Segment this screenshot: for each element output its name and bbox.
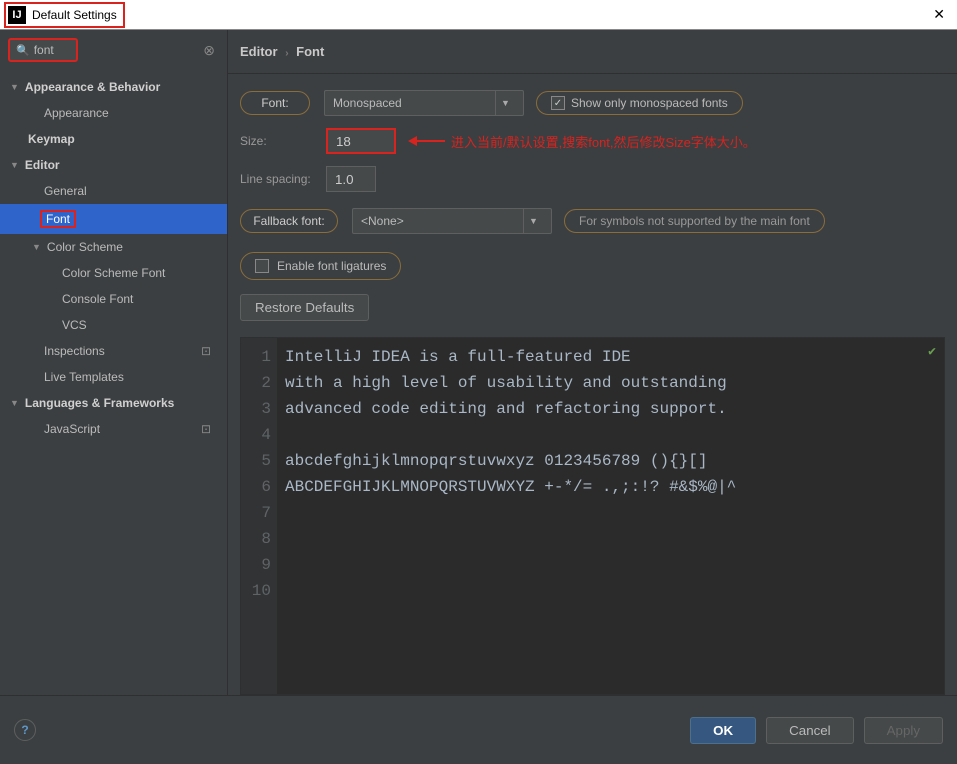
tree-group-color-scheme[interactable]: ▼ Color Scheme bbox=[0, 234, 227, 260]
gear-icon: ⊡ bbox=[201, 422, 217, 436]
fallback-font-dropdown[interactable]: <None> ▼ bbox=[352, 208, 552, 234]
fallback-font-label: Fallback font: bbox=[240, 209, 338, 233]
chevron-down-icon: ▼ bbox=[10, 160, 19, 170]
restore-defaults-button[interactable]: Restore Defaults bbox=[240, 294, 369, 321]
tree-item-javascript[interactable]: JavaScript ⊡ bbox=[0, 416, 227, 442]
size-input[interactable] bbox=[326, 128, 396, 154]
cancel-button[interactable]: Cancel bbox=[766, 717, 854, 744]
chevron-right-icon: › bbox=[285, 48, 288, 59]
annotation-text: 进入当前/默认设置,搜索font,然后修改Size字体大小。 bbox=[451, 132, 756, 151]
close-icon[interactable]: ✕ bbox=[925, 6, 953, 23]
preview-code: IntelliJ IDEA is a full-featured IDEwith… bbox=[277, 338, 744, 694]
tree-group-editor[interactable]: ▼ Editor bbox=[0, 152, 227, 178]
search-icon: 🔍 bbox=[16, 44, 30, 57]
checkbox-unchecked-icon bbox=[255, 259, 269, 273]
tree-item-vcs[interactable]: VCS bbox=[0, 312, 227, 338]
chevron-down-icon: ▼ bbox=[10, 398, 19, 408]
tree-group-appearance[interactable]: ▼ Appearance & Behavior bbox=[0, 74, 227, 100]
chevron-down-icon: ▼ bbox=[495, 91, 515, 115]
check-icon: ✔ bbox=[928, 344, 936, 359]
tree-item-font[interactable]: Font bbox=[0, 204, 227, 234]
app-icon: IJ bbox=[8, 6, 26, 24]
search-box[interactable]: 🔍 bbox=[8, 38, 78, 62]
titlebar: IJ Default Settings ✕ bbox=[0, 0, 957, 30]
tree-item-console-font[interactable]: Console Font bbox=[0, 286, 227, 312]
fallback-hint: For symbols not supported by the main fo… bbox=[564, 209, 825, 233]
tree-item-appearance[interactable]: Appearance bbox=[0, 100, 227, 126]
font-dropdown[interactable]: Monospaced ▼ bbox=[324, 90, 524, 116]
tree-item-inspections[interactable]: Inspections ⊡ bbox=[0, 338, 227, 364]
settings-tree: ▼ Appearance & Behavior Appearance Keyma… bbox=[0, 70, 227, 442]
size-label: Size: bbox=[240, 134, 326, 148]
line-spacing-label: Line spacing: bbox=[240, 172, 326, 186]
content-panel: Editor › Font Font: Monospaced ▼ ✓ Show … bbox=[228, 30, 957, 695]
tree-item-keymap[interactable]: Keymap bbox=[0, 126, 227, 152]
help-icon[interactable]: ? bbox=[14, 719, 36, 741]
tree-item-color-scheme-font[interactable]: Color Scheme Font bbox=[0, 260, 227, 286]
window-title: Default Settings bbox=[32, 8, 117, 22]
tree-item-live-templates[interactable]: Live Templates bbox=[0, 364, 227, 390]
footer: ? OK Cancel Apply bbox=[0, 695, 957, 764]
tree-group-languages[interactable]: ▼ Languages & Frameworks bbox=[0, 390, 227, 416]
tree-item-general[interactable]: General bbox=[0, 178, 227, 204]
chevron-down-icon: ▼ bbox=[10, 82, 19, 92]
ok-button[interactable]: OK bbox=[690, 717, 756, 744]
line-gutter: 12345678910 bbox=[241, 338, 277, 694]
clear-search-icon[interactable]: ⊗ bbox=[203, 42, 219, 59]
sidebar: 🔍 ⊗ ▼ Appearance & Behavior Appearance K… bbox=[0, 30, 228, 695]
chevron-down-icon: ▼ bbox=[32, 242, 41, 252]
line-spacing-input[interactable] bbox=[326, 166, 376, 192]
search-input[interactable] bbox=[34, 43, 70, 57]
apply-button[interactable]: Apply bbox=[864, 717, 943, 744]
font-preview: 12345678910 IntelliJ IDEA is a full-feat… bbox=[240, 337, 945, 695]
breadcrumb: Editor › Font bbox=[228, 30, 957, 74]
chevron-down-icon: ▼ bbox=[523, 209, 543, 233]
font-ligatures-checkbox[interactable]: Enable font ligatures bbox=[240, 252, 401, 280]
annotation-arrow: 进入当前/默认设置,搜索font,然后修改Size字体大小。 bbox=[408, 132, 756, 151]
checkbox-checked-icon: ✓ bbox=[551, 96, 565, 110]
font-label: Font: bbox=[240, 91, 310, 115]
show-monospaced-checkbox[interactable]: ✓ Show only monospaced fonts bbox=[536, 91, 743, 115]
gear-icon: ⊡ bbox=[201, 344, 217, 358]
